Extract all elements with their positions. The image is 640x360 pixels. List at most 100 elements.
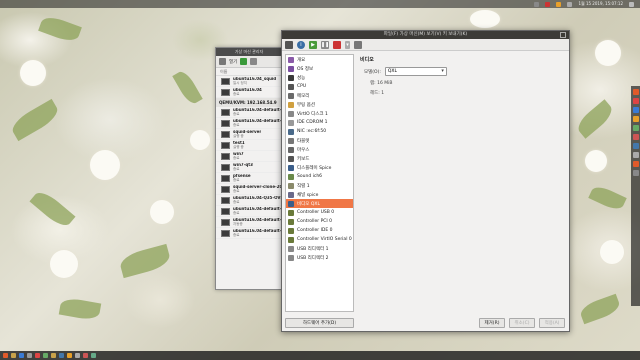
- hardware-list-item[interactable]: 부팅 옵션: [286, 100, 353, 109]
- vm-details-window: 파일(F) 가상 머신(M) 보기(V) 키 보내기(K) i ▶ ❚❚ ▾ 개…: [281, 30, 570, 332]
- hardware-list-item[interactable]: Controller PCI 0: [286, 217, 353, 226]
- taskbar-app-icon[interactable]: [27, 353, 32, 358]
- heads-value: 1: [381, 91, 385, 96]
- pause-icon[interactable]: [250, 58, 258, 65]
- taskbar-app-icon[interactable]: [35, 353, 40, 358]
- hardware-item-label: USB 리디렉터 2: [297, 255, 329, 261]
- run-icon[interactable]: [240, 58, 248, 65]
- vm-state: 자동증: [233, 222, 243, 226]
- hardware-device-icon: [288, 209, 294, 216]
- taskbar-app-icon[interactable]: [83, 353, 88, 358]
- dock-app-icon[interactable]: [632, 170, 639, 176]
- hardware-list-item[interactable]: NIC :ec:6f:50: [286, 127, 353, 136]
- apply-button[interactable]: 적용(A): [539, 318, 565, 328]
- hardware-list-item[interactable]: 직렬 1: [286, 181, 353, 190]
- vm-list-item[interactable]: ubuntu16.04-default-sh 종료: [216, 118, 282, 129]
- hardware-list-item[interactable]: Sound ich6: [286, 172, 353, 181]
- vm-state: 종료: [233, 200, 240, 204]
- open-button[interactable]: 열기: [229, 59, 237, 65]
- pause-icon[interactable]: ❚❚: [321, 40, 329, 49]
- vm-thumbnail: [221, 88, 230, 96]
- close-icon[interactable]: [560, 32, 566, 38]
- model-select[interactable]: QXL: [384, 67, 447, 76]
- taskbar-app-icon[interactable]: [67, 353, 72, 358]
- vm-list-item[interactable]: ubuntu16.04_squid 일시 정지: [216, 76, 282, 87]
- hardware-list-item[interactable]: OS 정보: [286, 64, 353, 73]
- vm-list-item[interactable]: ubuntu16.04-default-sq 종료: [216, 228, 282, 239]
- hardware-list-item[interactable]: Controller IDE 0: [286, 226, 353, 235]
- vm-list-item[interactable]: win7 종료: [216, 151, 282, 162]
- name-column-header[interactable]: 이름: [216, 68, 282, 76]
- hardware-list-item[interactable]: CPU: [286, 82, 353, 91]
- chrome-icon[interactable]: [556, 1, 562, 7]
- cancel-button[interactable]: 취소(C): [509, 318, 535, 328]
- hardware-list-item[interactable]: 채널 spice: [286, 190, 353, 199]
- hardware-list-item[interactable]: IDE CDROM 1: [286, 118, 353, 127]
- vm-list-item[interactable]: squid-server-clone-2018종료: [216, 184, 282, 195]
- hardware-list-item[interactable]: 성능: [286, 73, 353, 82]
- taskbar-app-icon[interactable]: [91, 353, 96, 358]
- video-detail-pane: 비디오 모델(O): QXL 램: 16 MiB 헤드: 1: [360, 54, 565, 314]
- hardware-list-item[interactable]: 디스플레이 Spice: [286, 163, 353, 172]
- dock-app-icon[interactable]: [632, 134, 639, 140]
- hardware-list-item[interactable]: 개요: [286, 55, 353, 64]
- dock-app-icon[interactable]: [632, 143, 639, 149]
- hardware-list-item[interactable]: 타블렛: [286, 136, 353, 145]
- dock-app-icon[interactable]: [632, 125, 639, 131]
- hardware-list-item[interactable]: 키보드: [286, 154, 353, 163]
- new-vm-icon[interactable]: [219, 58, 226, 65]
- shutdown-icon[interactable]: [333, 40, 341, 49]
- taskbar-app-icon[interactable]: [59, 353, 64, 358]
- dock-app-icon[interactable]: [632, 98, 639, 104]
- hardware-list-item[interactable]: VirtIO 디스크 1: [286, 109, 353, 118]
- vm-list-item[interactable]: ubuntu16.04-default-sh 종료: [216, 107, 282, 118]
- remove-button[interactable]: 제거(R): [479, 318, 505, 328]
- taskbar-app-icon[interactable]: [11, 353, 16, 358]
- run-icon[interactable]: ▶: [309, 40, 317, 49]
- fullscreen-icon[interactable]: [354, 40, 362, 49]
- dock-app-icon[interactable]: [632, 161, 639, 167]
- vm-list-item[interactable]: ubuntu16.04-Q35-OVMF 종료: [216, 195, 282, 206]
- vm-thumbnail: [221, 108, 230, 116]
- dock-app-icon[interactable]: [632, 116, 639, 122]
- console-icon[interactable]: [285, 40, 293, 49]
- taskbar-app-icon[interactable]: [51, 353, 56, 358]
- vm-thumbnail: [221, 119, 230, 127]
- power-icon[interactable]: [629, 1, 634, 7]
- vm-list-item[interactable]: ubuntu16.04 종료: [216, 87, 282, 98]
- hardware-list-item[interactable]: Controller USB 0: [286, 208, 353, 217]
- hardware-item-label: CPU: [297, 84, 307, 89]
- hardware-item-label: Controller PCI 0: [297, 219, 333, 224]
- host-connection[interactable]: QEMU/KVM: 192.168.54.9: [216, 98, 282, 107]
- vm-list-item[interactable]: squid-server 실행 중: [216, 129, 282, 140]
- add-hardware-button[interactable]: 하드웨어 추가(D): [285, 318, 354, 328]
- network-icon[interactable]: [534, 1, 540, 7]
- hardware-list-item[interactable]: USB 리디렉터 2: [286, 253, 353, 262]
- hardware-list-item[interactable]: USB 리디렉터 1: [286, 244, 353, 253]
- hardware-list: 개요 OS 정보 성능 CPU 메모리 부팅 옵션 VirtIO 디스크 1 IDE CDRO…: [285, 54, 354, 312]
- hardware-list-item[interactable]: 마우스: [286, 145, 353, 154]
- vm-list-item[interactable]: win7-qt3 종료: [216, 162, 282, 173]
- taskbar-app-icon[interactable]: [75, 353, 80, 358]
- vm-thumbnail: [221, 229, 230, 237]
- hardware-list-item[interactable]: 비디오 QXL: [286, 199, 353, 208]
- vm-list-item[interactable]: ubuntu16.04-default-sq 종료: [216, 206, 282, 217]
- hardware-list-item[interactable]: Controller VirtIO Serial 0: [286, 235, 353, 244]
- hardware-list-item[interactable]: 메모리: [286, 91, 353, 100]
- vm-thumbnail: [221, 77, 230, 85]
- volume-icon[interactable]: [545, 1, 551, 7]
- info-icon[interactable]: i: [297, 40, 305, 49]
- dropdown-icon[interactable]: ▾: [345, 40, 350, 49]
- battery-icon[interactable]: [567, 1, 573, 7]
- vm-list-item[interactable]: ubuntu16.04-default-SQ자동증: [216, 217, 282, 228]
- vm-details-title: 파일(F) 가상 머신(M) 보기(V) 키 보내기(K): [282, 31, 569, 39]
- taskbar-app-icon[interactable]: [43, 353, 48, 358]
- vm-list-item[interactable]: pfsense 종료: [216, 173, 282, 184]
- dock-app-icon[interactable]: [632, 152, 639, 158]
- dock-app-icon[interactable]: [632, 107, 639, 113]
- taskbar-app-icon[interactable]: [19, 353, 24, 358]
- dock-app-icon[interactable]: [632, 89, 639, 95]
- vm-list-item[interactable]: test1 실행 중: [216, 140, 282, 151]
- taskbar-app-icon[interactable]: [3, 353, 8, 358]
- clock[interactable]: 1월 15 2019, 15:07:12: [578, 1, 623, 7]
